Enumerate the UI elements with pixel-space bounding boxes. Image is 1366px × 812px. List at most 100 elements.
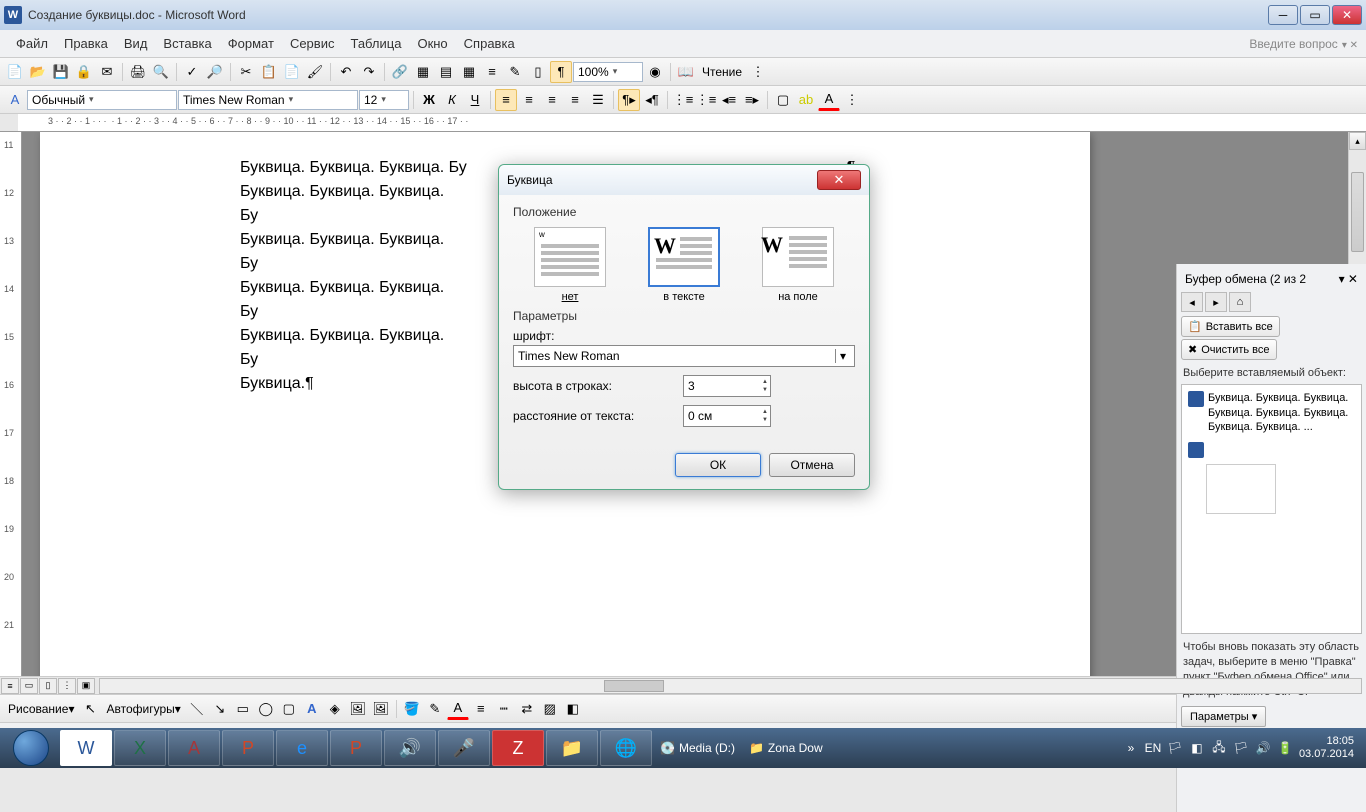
maximize-button[interactable]: ▭ [1300,5,1330,25]
taskbar-chrome-icon[interactable]: 🌐 [600,730,652,766]
borders-icon[interactable]: ▢ [772,89,794,111]
line-icon[interactable]: ＼ [186,698,208,720]
font-combo[interactable]: Times New Roman▾ [178,90,358,110]
paste-all-button[interactable]: 📋 Вставить все [1181,316,1280,337]
tray-volume-icon[interactable]: 🔊 [1255,740,1271,756]
arrow-icon[interactable]: ↘ [209,698,231,720]
distance-spinner[interactable]: 0 см▲▼ [683,405,771,427]
clipboard-thumbnail[interactable] [1206,464,1276,514]
format-painter-icon[interactable]: 🖌 [304,61,326,83]
clipart-icon[interactable]: 🖼 [347,698,369,720]
menu-view[interactable]: Вид [116,34,156,53]
toolbar-options-icon[interactable]: ⋮ [747,61,769,83]
new-doc-icon[interactable]: 📄 [4,61,26,83]
diagram-icon[interactable]: ◈ [324,698,346,720]
fontsize-combo[interactable]: 12▾ [359,90,409,110]
tray-app-icon[interactable]: ◧ [1189,740,1205,756]
reading-label[interactable]: Чтение [698,65,746,79]
cancel-button[interactable]: Отмена [769,453,855,477]
taskbar-excel-icon[interactable]: X [114,730,166,766]
scroll-thumb[interactable] [1351,172,1364,252]
dialog-close-button[interactable]: ✕ [817,170,861,190]
align-right-icon[interactable]: ≡ [541,89,563,111]
menu-help[interactable]: Справка [456,34,523,53]
tray-clock[interactable]: 18:05 03.07.2014 [1299,735,1354,761]
autoshapes-menu[interactable]: Автофигуры ▾ [102,702,184,716]
line-spacing-icon[interactable]: ☰ [587,89,609,111]
insert-table-icon[interactable]: ▤ [435,61,457,83]
mail-icon[interactable]: ✉ [96,61,118,83]
position-in-text[interactable]: W в тексте [648,227,720,303]
tray-chevron-icon[interactable]: » [1123,740,1139,756]
paste-icon[interactable]: 📄 [281,61,303,83]
clipboard-list[interactable]: Буквица. Буквица. Буквица. Буквица. Букв… [1181,384,1362,634]
cut-icon[interactable]: ✂ [235,61,257,83]
underline-icon[interactable]: Ч [464,89,486,111]
close-button[interactable]: ✕ [1332,5,1362,25]
taskbar-zona-icon[interactable]: Z [492,730,544,766]
justify-icon[interactable]: ≡ [564,89,586,111]
tray-network-icon[interactable]: 🖧 [1211,740,1227,756]
font-color-icon[interactable]: A [818,89,840,111]
outline-view-icon[interactable]: ⋮ [58,678,76,694]
clear-all-button[interactable]: ✖ Очистить все [1181,339,1277,360]
wordart-icon[interactable]: A [301,698,323,720]
web-view-icon[interactable]: ▭ [20,678,38,694]
clipboard-home-icon[interactable]: ⌂ [1229,292,1251,312]
start-button[interactable] [4,729,58,767]
normal-view-icon[interactable]: ≡ [1,678,19,694]
menu-edit[interactable]: Правка [56,34,116,53]
shadow-icon[interactable]: ▨ [539,698,561,720]
arrow-style-icon[interactable]: ⇄ [516,698,538,720]
font-combo-dialog[interactable]: Times New Roman▾ [513,345,855,367]
menu-table[interactable]: Таблица [342,34,409,53]
tray-lang[interactable]: EN [1145,740,1161,756]
zoom-combo[interactable]: 100%▾ [573,62,643,82]
vertical-ruler[interactable]: 11 12 13 14 15 16 17 18 19 20 21 [0,132,22,676]
ok-button[interactable]: ОК [675,453,761,477]
drawing-menu[interactable]: Рисование ▾ [4,702,78,716]
picture-icon[interactable]: 🖼 [370,698,392,720]
taskbar-app-icon[interactable]: P [330,730,382,766]
clipboard-back-icon[interactable]: ◂ [1181,292,1203,312]
open-icon[interactable]: 📂 [27,61,49,83]
line-style-icon[interactable]: ≡ [470,698,492,720]
research-icon[interactable]: 🔎 [204,61,226,83]
height-spinner[interactable]: 3▲▼ [683,375,771,397]
taskbar-powerpoint-icon[interactable]: P [222,730,274,766]
tray-battery-icon[interactable]: 🔋 [1277,740,1293,756]
minimize-button[interactable]: ─ [1268,5,1298,25]
rtl-icon[interactable]: ◂¶ [641,89,663,111]
excel-icon[interactable]: ▦ [458,61,480,83]
permission-icon[interactable]: 🔒 [73,61,95,83]
reading-view-icon[interactable]: ▣ [77,678,95,694]
save-icon[interactable]: 💾 [50,61,72,83]
outdent-icon[interactable]: ◂≡ [718,89,740,111]
indent-icon[interactable]: ≡▸ [741,89,763,111]
position-in-margin[interactable]: W на поле [762,227,834,303]
bullets-icon[interactable]: ⋮≡ [695,89,717,111]
clipboard-options-button[interactable]: Параметры ▾ [1181,706,1266,727]
tables-borders-icon[interactable]: ▦ [412,61,434,83]
select-objects-icon[interactable]: ↖ [79,698,101,720]
clipboard-item-text[interactable]: Буквица. Буквица. Буквица. Буквица. Букв… [1186,389,1357,436]
numbering-icon[interactable]: ⋮≡ [672,89,694,111]
undo-icon[interactable]: ↶ [335,61,357,83]
highlight-icon[interactable]: ab [795,89,817,111]
style-combo[interactable]: Обычный▾ [27,90,177,110]
menu-window[interactable]: Окно [409,34,455,53]
textbox-icon[interactable]: ▢ [278,698,300,720]
redo-icon[interactable]: ↷ [358,61,380,83]
hyperlink-icon[interactable]: 🔗 [389,61,411,83]
position-none[interactable]: w нет [534,227,606,303]
dash-style-icon[interactable]: ┉ [493,698,515,720]
taskbar-zona-label[interactable]: 📁 Zona Dow [743,741,829,755]
preview-icon[interactable]: 🔍 [150,61,172,83]
rectangle-icon[interactable]: ▭ [232,698,254,720]
menu-tools[interactable]: Сервис [282,34,343,53]
taskbar-access-icon[interactable]: A [168,730,220,766]
fill-color-icon[interactable]: 🪣 [401,698,423,720]
align-left-icon[interactable]: ≡ [495,89,517,111]
drawing-icon[interactable]: ✎ [504,61,526,83]
spellcheck-icon[interactable]: ✓ [181,61,203,83]
